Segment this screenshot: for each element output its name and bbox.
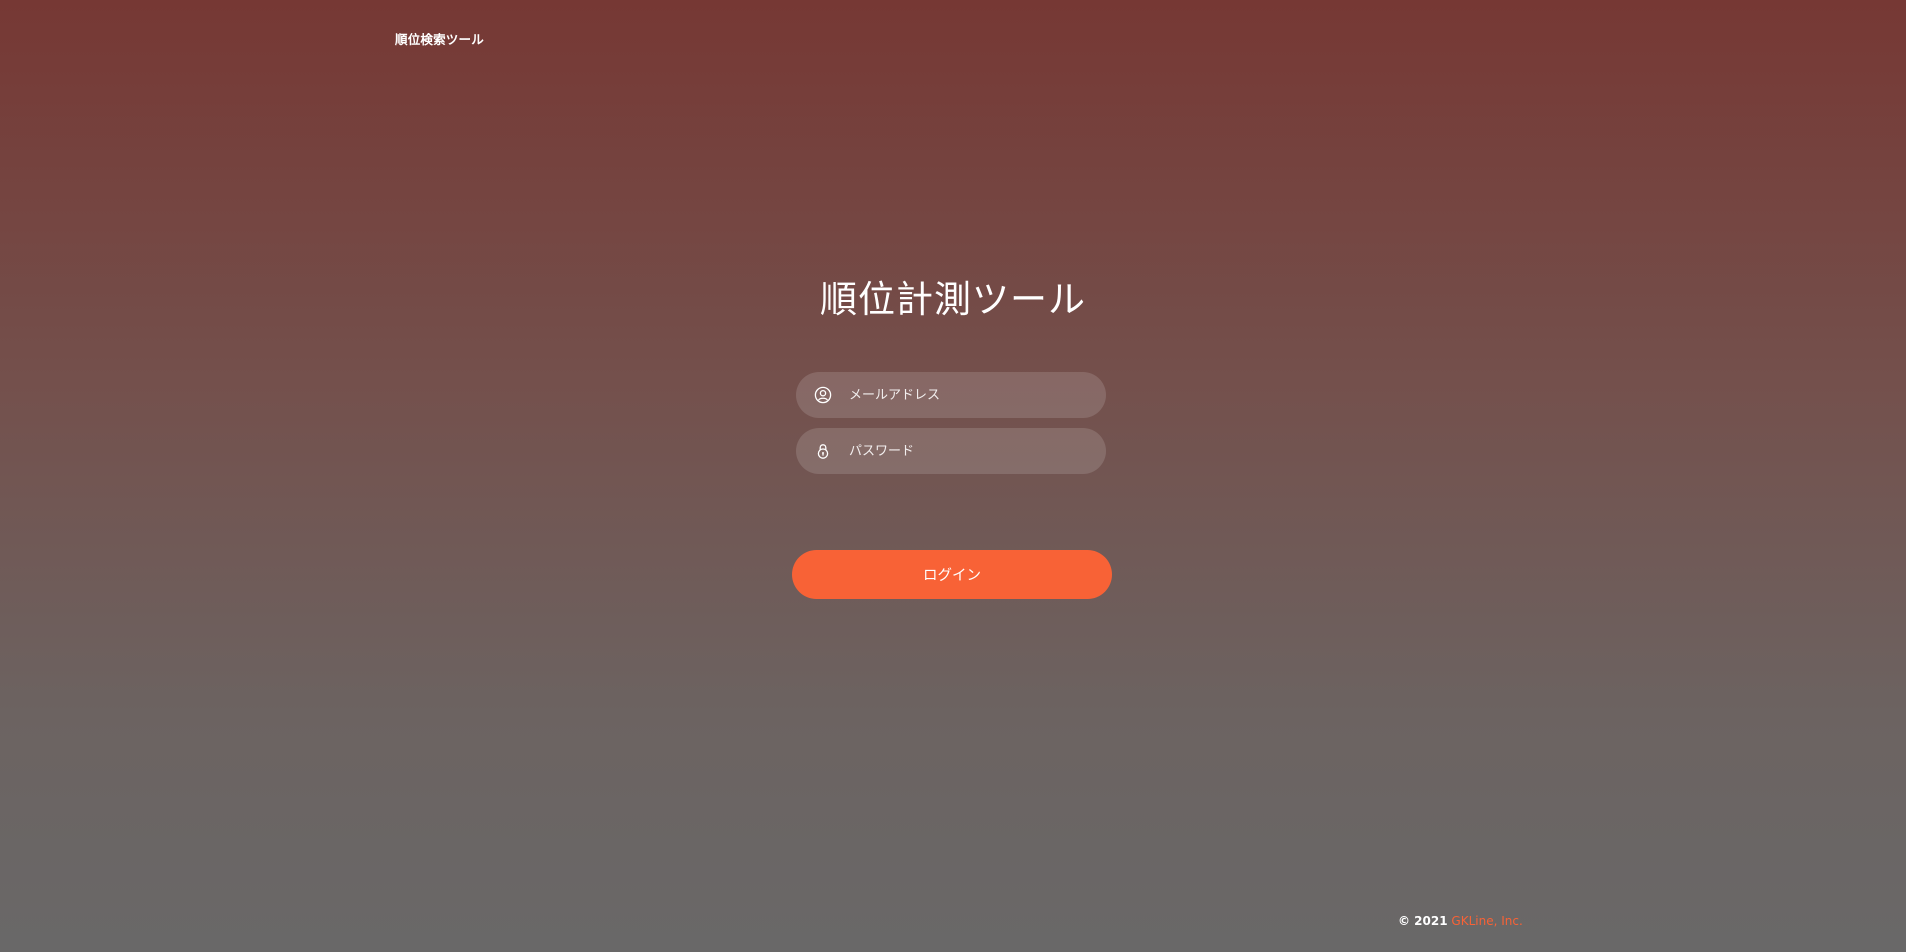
password-field[interactable] [796, 428, 1106, 474]
copyright-text: © 2021 [1398, 914, 1448, 928]
login-button[interactable]: ログイン [792, 550, 1112, 599]
page-title: 順位計測ツール [820, 278, 1086, 321]
footer: © 2021 GKLine, Inc. [1398, 914, 1523, 928]
email-input[interactable] [849, 372, 1089, 418]
lock-icon [814, 442, 832, 460]
login-panel: 順位計測ツール ログイン [0, 0, 1906, 952]
user-circle-icon [814, 386, 832, 404]
email-field[interactable] [796, 372, 1106, 418]
password-input[interactable] [849, 428, 1089, 474]
company-link[interactable]: GKLine, Inc. [1451, 914, 1522, 928]
